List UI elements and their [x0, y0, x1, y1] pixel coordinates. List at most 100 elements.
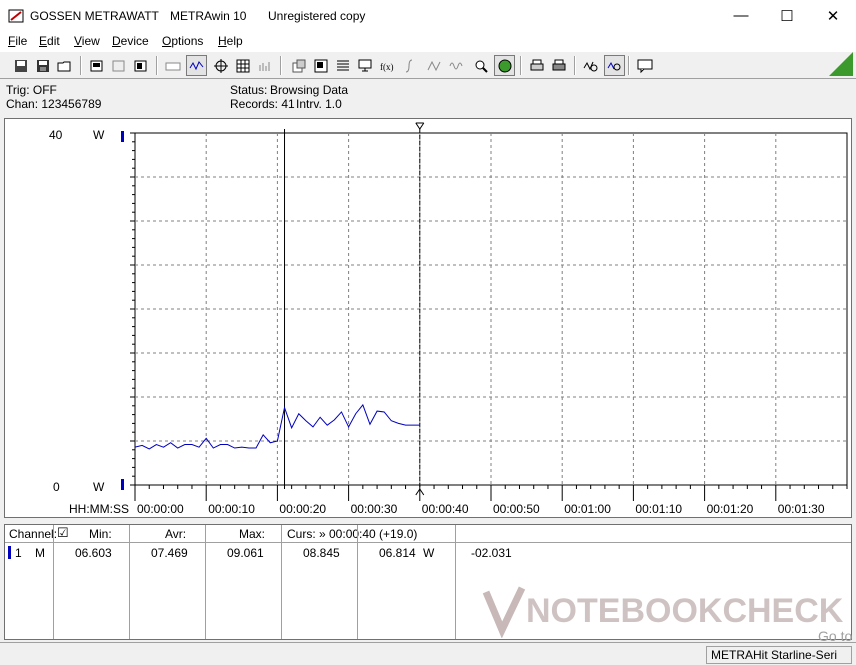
integral-button[interactable] — [398, 55, 419, 76]
device-disabled-icon — [112, 60, 124, 71]
table-icon — [236, 59, 249, 72]
device-config-button[interactable] — [130, 55, 151, 76]
print-preview-icon — [530, 59, 543, 70]
toolbar-separator — [280, 56, 282, 75]
zoom-fit-icon — [475, 60, 488, 73]
toolbar-separator — [156, 56, 158, 75]
unit-value: W — [423, 546, 435, 560]
channel-color-swatch — [8, 546, 11, 559]
min-value: 06.603 — [75, 546, 112, 560]
filter-icon — [427, 60, 440, 71]
toolbar-separator — [520, 56, 522, 75]
menu-edit[interactable]: Edit — [39, 34, 60, 48]
grid-divider — [281, 525, 282, 639]
status-info-panel: Trig: OFF Chan: 123456789 Status: Browsi… — [0, 80, 856, 116]
channel-number: 1 — [15, 546, 22, 560]
export-button[interactable] — [288, 55, 309, 76]
menu-options[interactable]: Options — [162, 34, 203, 48]
monitor-button[interactable] — [354, 55, 375, 76]
y-top-marker[interactable] — [121, 131, 124, 142]
max-header: Max: — [239, 527, 266, 541]
table-button[interactable] — [232, 55, 253, 76]
globe-icon — [498, 59, 511, 72]
app-icon[interactable] — [8, 8, 24, 24]
save-icon — [36, 59, 49, 72]
power-chart[interactable]: 40 W 0 W HH:MM:SS 00:00:00 00:00:10 00:00:… — [5, 119, 851, 517]
minimize-button[interactable]: — — [718, 0, 764, 31]
maximize-button[interactable]: ☐ — [764, 0, 810, 31]
menu-device[interactable]: Device — [112, 34, 149, 48]
grid-divider — [455, 525, 456, 639]
status-value: Browsing Data — [270, 83, 349, 97]
filter-button[interactable] — [424, 55, 445, 76]
zoom-in-icon — [583, 61, 597, 71]
status-bar: METRAHit Starline-Seri — [0, 642, 856, 665]
device-button[interactable] — [86, 55, 107, 76]
bar-view-button[interactable] — [254, 55, 275, 76]
formula-button[interactable]: f(x) — [376, 55, 397, 76]
crosshair-button[interactable] — [210, 55, 231, 76]
save-button[interactable] — [32, 55, 53, 76]
keyboard-button[interactable] — [162, 55, 183, 76]
trigger-status: Trig: OFF — [6, 83, 57, 97]
channel-mode: M — [35, 546, 45, 560]
x-tick-label: 00:00:20 — [279, 502, 326, 516]
maximize-icon: ☐ — [780, 7, 794, 25]
max-value: 09.061 — [227, 546, 264, 560]
print-preview-button[interactable] — [526, 55, 547, 76]
x-tick-label: 00:01:10 — [635, 502, 682, 516]
toolbar-separator — [574, 56, 576, 75]
x-tick-label: 00:00:10 — [208, 502, 255, 516]
plot-panel[interactable]: 40 W 0 W HH:MM:SS 00:00:00 00:00:10 00:00:… — [4, 118, 852, 518]
printer-icon — [552, 59, 565, 70]
y-min-label: 0 — [53, 480, 60, 494]
grid-divider — [205, 525, 206, 639]
list-button[interactable] — [332, 55, 353, 76]
zoom-button[interactable] — [604, 55, 625, 76]
min-header: Min: — [89, 527, 112, 541]
cursor-2-top-marker — [415, 122, 425, 130]
new-button[interactable] — [10, 55, 31, 76]
grid-divider — [357, 525, 358, 639]
window-title-company: GOSSEN METRAWATT — [30, 9, 159, 23]
new-icon — [14, 59, 27, 72]
x-tick-label: 00:00:40 — [422, 502, 469, 516]
zoom-fit-button[interactable] — [470, 55, 491, 76]
print-button[interactable] — [548, 55, 569, 76]
interval-value: Intrv. 1.0 — [296, 97, 342, 111]
cursor2-value: 06.814 — [379, 546, 416, 560]
formula-icon: f(x) — [380, 62, 394, 72]
toolbar: f(x) — [0, 51, 856, 79]
x-tick-label: 00:01:20 — [707, 502, 754, 516]
diff-value: -02.031 — [471, 546, 512, 560]
menu-view[interactable]: View — [74, 34, 100, 48]
list-icon — [336, 60, 349, 70]
minimize-icon: — — [733, 7, 749, 24]
open-button[interactable] — [54, 55, 75, 76]
cursor1-value: 08.845 — [303, 546, 340, 560]
import-button[interactable] — [310, 55, 331, 76]
y-bottom-marker[interactable] — [121, 479, 124, 490]
grid-divider — [129, 525, 130, 639]
x-axis-label: HH:MM:SS — [69, 502, 129, 516]
x-tick-label: 00:00:50 — [493, 502, 540, 516]
watermark: NOTEBOOKCHECK — [482, 580, 856, 641]
watermark-text: NOTEBOOKCHECK — [526, 592, 844, 630]
device-disabled-button[interactable] — [108, 55, 129, 76]
toolbar-separator — [80, 56, 82, 75]
channel-status: Chan: 123456789 — [6, 97, 102, 111]
zoom-in-button[interactable] — [580, 55, 601, 76]
x-tick-label: 00:00:30 — [351, 502, 398, 516]
comment-button[interactable] — [634, 55, 655, 76]
bar-chart-icon — [259, 61, 269, 71]
auto-scroll-button[interactable] — [494, 55, 515, 76]
window-title-license: Unregistered copy — [268, 9, 366, 23]
scope-view-button[interactable] — [186, 55, 207, 76]
wave-button[interactable] — [446, 55, 467, 76]
export-icon — [292, 59, 305, 72]
menu-help[interactable]: Help — [218, 34, 243, 48]
channel-checkbox[interactable]: ☑ — [57, 525, 69, 541]
close-button[interactable]: ✕ — [810, 0, 856, 31]
menu-file[interactable]: File — [8, 34, 27, 48]
keyboard-icon — [165, 62, 180, 70]
